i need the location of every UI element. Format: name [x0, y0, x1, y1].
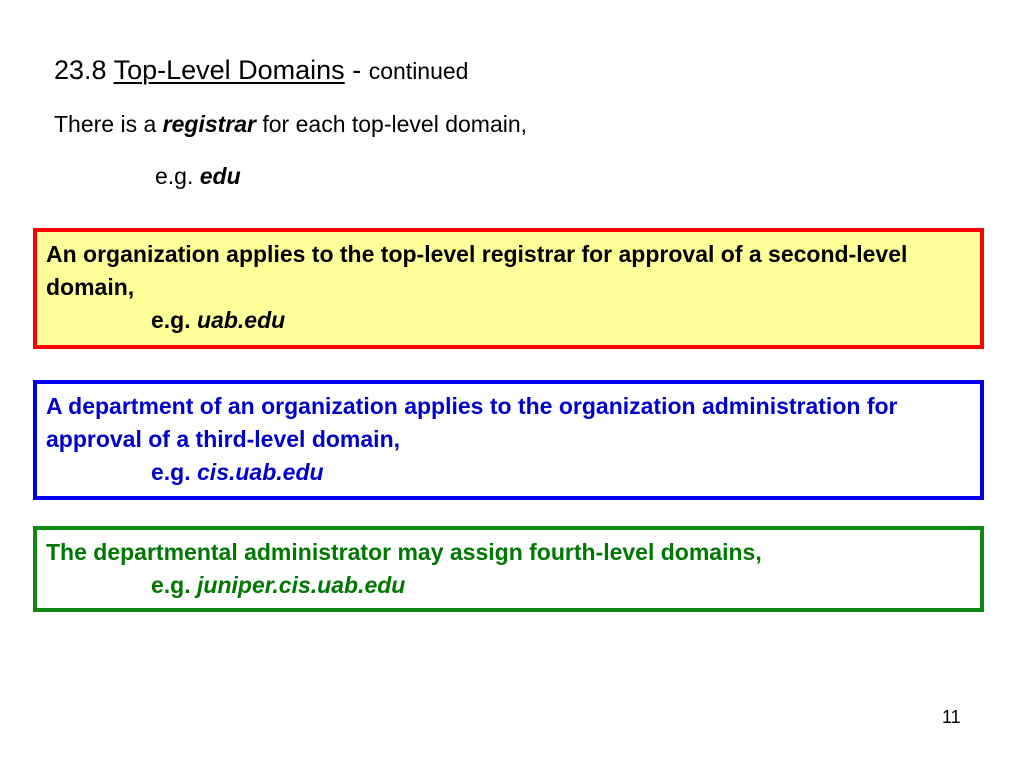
- fourth-level-example: e.g. juniper.cis.uab.edu: [46, 569, 970, 602]
- second-level-example-domain: uab.edu: [197, 307, 286, 333]
- slide-title: 23.8 Top-Level Domains - continued: [54, 52, 468, 89]
- intro-term: registrar: [162, 111, 256, 137]
- third-level-example-domain: cis.uab.edu: [197, 459, 324, 485]
- second-level-text: An organization applies to the top-level…: [46, 241, 908, 300]
- fourth-level-example-domain: juniper.cis.uab.edu: [197, 572, 406, 598]
- section-number: 23.8: [54, 55, 107, 85]
- title-separator: -: [352, 55, 362, 85]
- third-level-box: A department of an organization applies …: [33, 380, 984, 500]
- third-level-example-prefix: e.g.: [151, 459, 191, 485]
- fourth-level-example-prefix: e.g.: [151, 572, 191, 598]
- fourth-level-box: The departmental administrator may assig…: [33, 526, 984, 612]
- title-topic: Top-Level Domains: [113, 55, 345, 85]
- second-level-example: e.g. uab.edu: [46, 304, 970, 337]
- intro-example: e.g. edu: [155, 160, 241, 192]
- example-prefix: e.g.: [155, 163, 194, 189]
- title-suffix: continued: [368, 58, 469, 84]
- example-domain: edu: [199, 163, 241, 189]
- third-level-text: A department of an organization applies …: [46, 393, 898, 452]
- intro-after: for each top-level domain,: [262, 111, 528, 137]
- second-level-box: An organization applies to the top-level…: [33, 228, 984, 349]
- intro-line: There is a registrar for each top-level …: [54, 108, 527, 140]
- second-level-example-prefix: e.g.: [151, 307, 191, 333]
- third-level-example: e.g. cis.uab.edu: [46, 456, 970, 489]
- intro-before: There is a: [54, 111, 157, 137]
- fourth-level-text: The departmental administrator may assig…: [46, 539, 762, 565]
- page-number: 11: [942, 707, 961, 727]
